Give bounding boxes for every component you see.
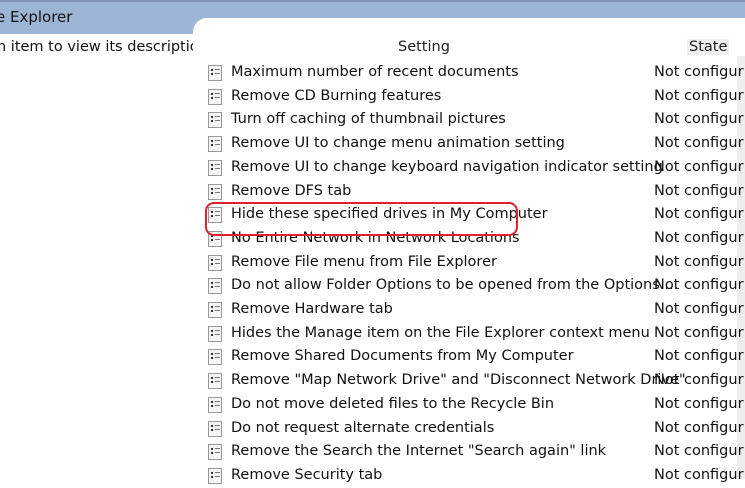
- policy-state: Not configur: [654, 87, 744, 104]
- policy-row[interactable]: Maximum number of recent documents Not co…: [208, 62, 744, 85]
- policy-state: Not configur: [654, 466, 744, 483]
- policy-row[interactable]: Turn off caching of thumbnail pictures No…: [208, 109, 744, 132]
- policy-state: Not configur: [654, 206, 744, 223]
- policy-setting-icon: [208, 396, 222, 413]
- policy-row[interactable]: Remove Hardware tab Not configur: [208, 299, 744, 322]
- policy-name: Do not allow Folder Options to be opened…: [231, 277, 679, 294]
- policy-row[interactable]: Remove CD Burning features Not configur: [208, 86, 744, 109]
- policy-setting-icon: [208, 467, 222, 484]
- policy-name: Do not request alternate credentials: [231, 419, 495, 436]
- policy-state: Not configur: [654, 229, 744, 246]
- policy-state: Not configur: [654, 348, 744, 365]
- policy-row[interactable]: Remove DFS tab Not configur: [208, 181, 744, 204]
- policy-setting-icon: [208, 325, 222, 342]
- policy-name: Remove the Search the Internet "Search a…: [231, 443, 607, 460]
- policy-row[interactable]: Hides the Manage item on the File Explor…: [208, 323, 744, 346]
- policy-state: Not configur: [654, 301, 744, 317]
- policy-name: Hides the Manage item on the File Explor…: [231, 324, 650, 341]
- policy-setting-icon: [208, 373, 222, 390]
- policy-setting-icon: [208, 88, 222, 105]
- description-text: n item to view its description.: [0, 39, 213, 55]
- policy-row[interactable]: Do not move deleted files to the Recycle…: [208, 394, 744, 417]
- policy-state: Not configur: [654, 372, 744, 389]
- policy-row[interactable]: Remove UI to change keyboard navigation …: [208, 157, 744, 180]
- column-header-state[interactable]: State: [687, 39, 730, 55]
- policy-setting-icon: [208, 420, 222, 437]
- policy-state: Not configur: [654, 419, 744, 436]
- policy-name: Remove Security tab: [231, 466, 383, 483]
- policy-name: Remove UI to change keyboard navigation …: [231, 158, 663, 175]
- policy-state: Not configur: [654, 443, 744, 460]
- policy-name: Remove DFS tab: [231, 182, 352, 199]
- policy-row[interactable]: Remove Security tab Not configur: [208, 465, 744, 488]
- policy-row[interactable]: Remove "Map Network Drive" and "Disconne…: [208, 370, 744, 393]
- policy-state: Not configur: [654, 64, 744, 80]
- policy-name: Turn off caching of thumbnail pictures: [231, 111, 506, 128]
- highlight-box: [205, 202, 518, 236]
- policy-setting-icon: [208, 183, 222, 200]
- policy-state: Not configur: [654, 395, 744, 412]
- policy-setting-icon: [208, 444, 222, 461]
- policy-setting-icon: [208, 278, 222, 295]
- policy-setting-icon: [208, 65, 222, 81]
- policy-setting-icon: [208, 349, 222, 366]
- column-header-setting[interactable]: Setting: [398, 39, 450, 55]
- policy-name: Do not move deleted files to the Recycle…: [231, 395, 555, 412]
- policy-setting-icon: [208, 159, 222, 176]
- policy-name: Remove UI to change menu animation setti…: [231, 135, 565, 152]
- policy-row[interactable]: Do not request alternate credentials Not …: [208, 418, 744, 441]
- policy-name: Remove Shared Documents from My Computer: [231, 348, 574, 365]
- window-title: e Explorer: [0, 8, 73, 26]
- policy-state: Not configur: [654, 158, 744, 175]
- description-panel: [0, 34, 200, 479]
- policy-row[interactable]: Remove the Search the Internet "Search a…: [208, 441, 744, 464]
- policy-state: Not configur: [654, 253, 744, 270]
- policy-row[interactable]: Do not allow Folder Options to be opened…: [208, 275, 744, 298]
- policy-setting-icon: [208, 136, 222, 153]
- policy-row[interactable]: Remove UI to change menu animation setti…: [208, 133, 744, 156]
- policy-state: Not configur: [654, 277, 744, 294]
- policy-state: Not configur: [654, 182, 744, 199]
- policy-row[interactable]: Remove Shared Documents from My Computer…: [208, 346, 744, 369]
- policy-name: Remove "Map Network Drive" and "Disconne…: [231, 372, 686, 389]
- policy-name: Remove File menu from File Explorer: [231, 253, 497, 270]
- policy-row[interactable]: Remove File menu from File Explorer Not c…: [208, 252, 744, 275]
- policy-name: Remove CD Burning features: [231, 87, 442, 104]
- policy-setting-icon: [208, 112, 222, 129]
- policy-setting-icon: [208, 254, 222, 271]
- policy-state: Not configur: [654, 324, 744, 341]
- policy-state: Not configur: [654, 135, 744, 152]
- policy-name: Maximum number of recent documents: [231, 64, 519, 80]
- policy-name: Remove Hardware tab: [231, 301, 393, 317]
- policy-setting-icon: [208, 302, 222, 318]
- policy-state: Not configur: [654, 111, 744, 128]
